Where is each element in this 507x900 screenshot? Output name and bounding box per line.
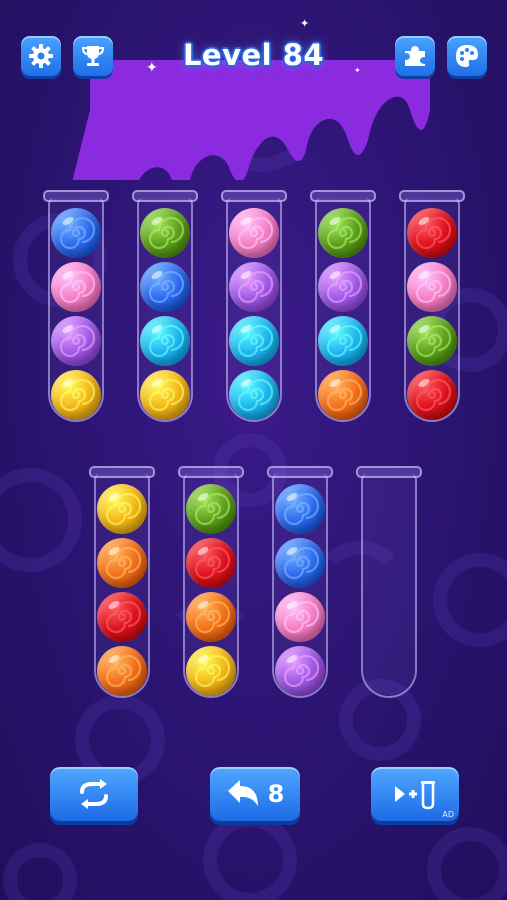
tube-4[interactable] <box>310 190 376 422</box>
ball-pink <box>275 592 325 642</box>
ball-pink <box>51 262 101 312</box>
sparkle-icon: ✦ <box>300 17 310 30</box>
ball-cyan <box>229 316 279 366</box>
puzzle-icon <box>405 46 425 66</box>
ball-red <box>186 538 236 588</box>
ball-cyan <box>140 316 190 366</box>
ball-purple <box>51 316 101 366</box>
ball-cyan <box>318 316 368 366</box>
restart-button[interactable] <box>50 767 138 821</box>
undo-icon <box>227 780 258 806</box>
themes-button[interactable] <box>447 36 487 76</box>
dripping-banner <box>72 60 430 180</box>
ball-pink <box>229 208 279 258</box>
ball-cyan <box>229 370 279 420</box>
ball-purple <box>229 262 279 312</box>
ball-orange <box>97 538 147 588</box>
ad-label: AD <box>442 810 454 819</box>
ball-yellow <box>97 484 147 534</box>
ball-green <box>318 208 368 258</box>
ball-blue <box>51 208 101 258</box>
tube-2[interactable] <box>132 190 198 422</box>
puzzle-button[interactable] <box>395 36 435 76</box>
add-tube-icon <box>395 781 435 810</box>
tube-8[interactable] <box>267 466 333 698</box>
ball-blue <box>140 262 190 312</box>
ball-orange <box>318 370 368 420</box>
ball-green <box>186 484 236 534</box>
ball-orange <box>186 592 236 642</box>
tube-3[interactable] <box>221 190 287 422</box>
tube-glass <box>361 474 417 698</box>
ball-red <box>407 208 457 258</box>
undo-count: 8 <box>267 780 285 808</box>
ball-green <box>407 316 457 366</box>
ball-yellow <box>51 370 101 420</box>
ball-purple <box>275 646 325 696</box>
ball-yellow <box>186 646 236 696</box>
tube-6[interactable] <box>89 466 155 698</box>
palette-icon <box>456 45 478 67</box>
tube-9[interactable] <box>356 466 422 698</box>
ball-orange <box>97 646 147 696</box>
ball-red <box>407 370 457 420</box>
ball-blue <box>275 538 325 588</box>
add-tube-button[interactable]: AD <box>371 767 459 821</box>
ball-green <box>140 208 190 258</box>
ball-blue <box>275 484 325 534</box>
ball-pink <box>407 262 457 312</box>
undo-button[interactable]: 8 <box>210 767 300 821</box>
tube-1[interactable] <box>43 190 109 422</box>
ball-red <box>97 592 147 642</box>
ball-yellow <box>140 370 190 420</box>
restart-icon <box>80 779 108 809</box>
tube-5[interactable] <box>399 190 465 422</box>
tube-7[interactable] <box>178 466 244 698</box>
ball-purple <box>318 262 368 312</box>
